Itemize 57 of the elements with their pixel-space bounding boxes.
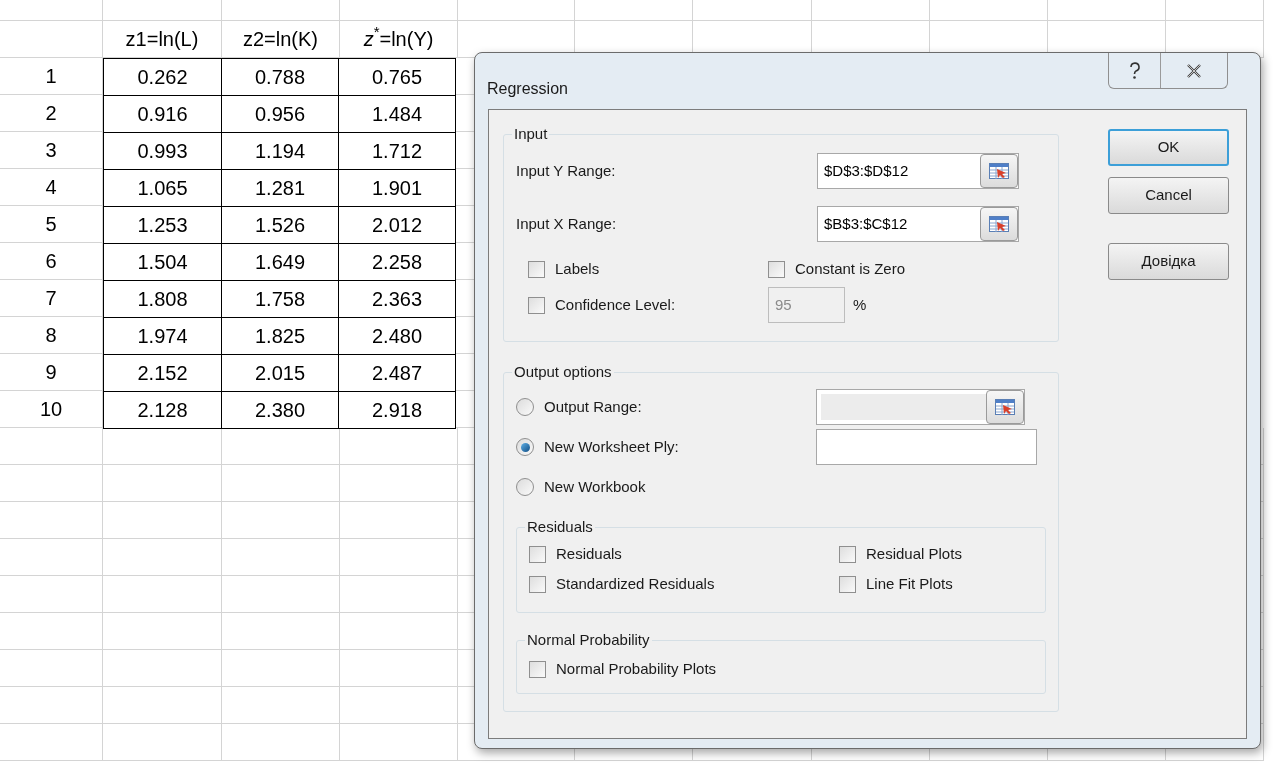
checkbox-label: Constant is Zero — [795, 258, 906, 279]
window-title: Regression — [487, 79, 568, 99]
radio-button[interactable] — [516, 478, 534, 496]
column-header: z2=ln(K) — [222, 21, 340, 58]
checkbox[interactable] — [529, 660, 546, 678]
table-cell: 2.128 — [103, 391, 222, 429]
checkbox-label: Normal Probability Plots — [556, 658, 717, 679]
field-label: Input X Range: — [516, 213, 618, 234]
unit-label: % — [853, 294, 867, 315]
row-number: 9 — [0, 354, 103, 391]
dialog-button[interactable]: OK — [1108, 129, 1229, 166]
table-cell: 2.918 — [338, 391, 456, 429]
table-arrow-icon — [989, 216, 1009, 232]
table-cell: 0.262 — [103, 58, 222, 96]
radio-button[interactable] — [516, 398, 534, 416]
row-number: 8 — [0, 317, 103, 354]
checkbox[interactable] — [839, 575, 856, 593]
checkbox[interactable] — [529, 545, 546, 563]
checkbox-label: Labels — [555, 258, 600, 279]
text-field[interactable] — [816, 429, 1037, 465]
table-cell: 0.765 — [338, 58, 456, 96]
range-field[interactable]: $B$3:$C$12 — [817, 206, 1019, 242]
range-picker-button[interactable] — [986, 390, 1024, 424]
range-picker-button[interactable] — [980, 207, 1018, 241]
radio-button[interactable] — [516, 438, 534, 456]
range-field[interactable] — [816, 389, 1025, 425]
range-field[interactable]: $D$3:$D$12 — [817, 153, 1019, 189]
checkbox-label: Confidence Level: — [555, 294, 676, 315]
checkbox[interactable] — [839, 545, 856, 563]
column-header: z1=ln(L) — [103, 21, 222, 58]
dialog-button[interactable]: Довідка — [1108, 243, 1229, 280]
checkbox-label: Standardized Residuals — [556, 573, 715, 594]
checkbox[interactable] — [528, 260, 545, 278]
radio-label: New Worksheet Ply: — [544, 436, 679, 457]
table-arrow-icon — [989, 163, 1009, 179]
column-header: z$^{*}$=ln(Y) — [340, 21, 458, 58]
row-number: 5 — [0, 206, 103, 243]
row-number: 6 — [0, 243, 103, 280]
row-number: 2 — [0, 95, 103, 132]
checkbox-label: Residuals — [556, 543, 622, 564]
range-picker-button[interactable] — [980, 154, 1018, 188]
checkbox[interactable] — [529, 575, 546, 593]
table-arrow-icon — [995, 399, 1015, 415]
row-number: 3 — [0, 132, 103, 169]
dialog-button[interactable]: Cancel — [1108, 177, 1229, 214]
row-number: 1 — [0, 58, 103, 95]
row-number: 4 — [0, 169, 103, 206]
row-number: 10 — [0, 391, 103, 428]
checkbox-label: Residual Plots — [866, 543, 962, 564]
row-number: 7 — [0, 280, 103, 317]
radio-label: New Workbook — [544, 476, 646, 497]
checkbox-label: Line Fit Plots — [866, 573, 953, 594]
help-icon — [1128, 61, 1141, 80]
field-label: Input Y Range: — [516, 160, 617, 181]
checkbox[interactable] — [768, 260, 785, 278]
close-icon — [1186, 63, 1202, 78]
radio-label: Output Range: — [544, 396, 642, 417]
